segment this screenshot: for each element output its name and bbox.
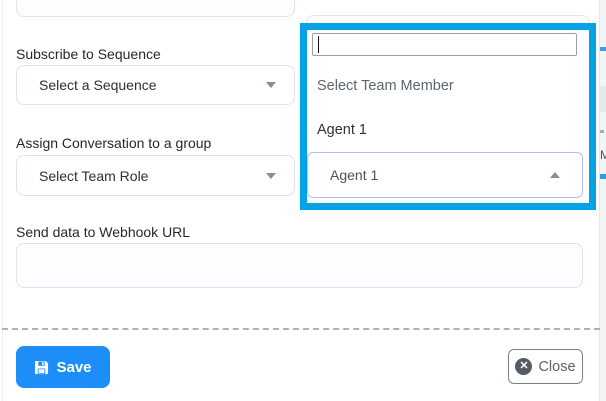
webhook-url-input[interactable] (16, 243, 583, 288)
background-fragment (600, 47, 606, 51)
modal-left-border (2, 0, 3, 401)
footer-divider (2, 328, 600, 330)
subscribe-sequence-label: Subscribe to Sequence (16, 46, 161, 62)
modal-dialog: Subscribe to Sequence Select a Sequence … (0, 0, 606, 401)
assign-group-label: Assign Conversation to a group (16, 135, 211, 151)
text-cursor (318, 36, 319, 53)
team-role-select-value: Select Team Role (39, 168, 148, 184)
team-member-search-input[interactable] (312, 33, 577, 56)
team-member-select-value: Agent 1 (330, 167, 378, 183)
team-member-option-placeholder[interactable]: Select Team Member (317, 78, 454, 94)
close-button[interactable]: ✕ Close (508, 349, 583, 384)
background-page-strip: M (600, 0, 606, 401)
background-fragment (600, 130, 604, 133)
chevron-up-icon (550, 172, 560, 178)
chevron-down-icon (266, 173, 276, 179)
sequence-select[interactable]: Select a Sequence (16, 65, 295, 105)
background-fragment-text: M (600, 148, 606, 163)
team-member-option-agent1[interactable]: Agent 1 (317, 122, 367, 138)
save-button[interactable]: Save (16, 346, 110, 388)
close-button-label: Close (538, 359, 575, 375)
top-left-input[interactable] (16, 0, 295, 17)
background-fragment (600, 174, 606, 179)
chevron-down-icon (266, 82, 276, 88)
team-member-dropdown-highlight: Select Team Member Agent 1 Agent 1 (300, 23, 596, 210)
save-button-label: Save (56, 359, 91, 376)
webhook-label: Send data to Webhook URL (16, 224, 190, 240)
save-icon (34, 360, 49, 375)
background-fragment (600, 86, 606, 112)
team-member-select[interactable]: Agent 1 (307, 152, 583, 198)
team-role-select[interactable]: Select Team Role (16, 155, 295, 196)
sequence-select-value: Select a Sequence (39, 77, 157, 93)
close-icon: ✕ (515, 358, 532, 375)
